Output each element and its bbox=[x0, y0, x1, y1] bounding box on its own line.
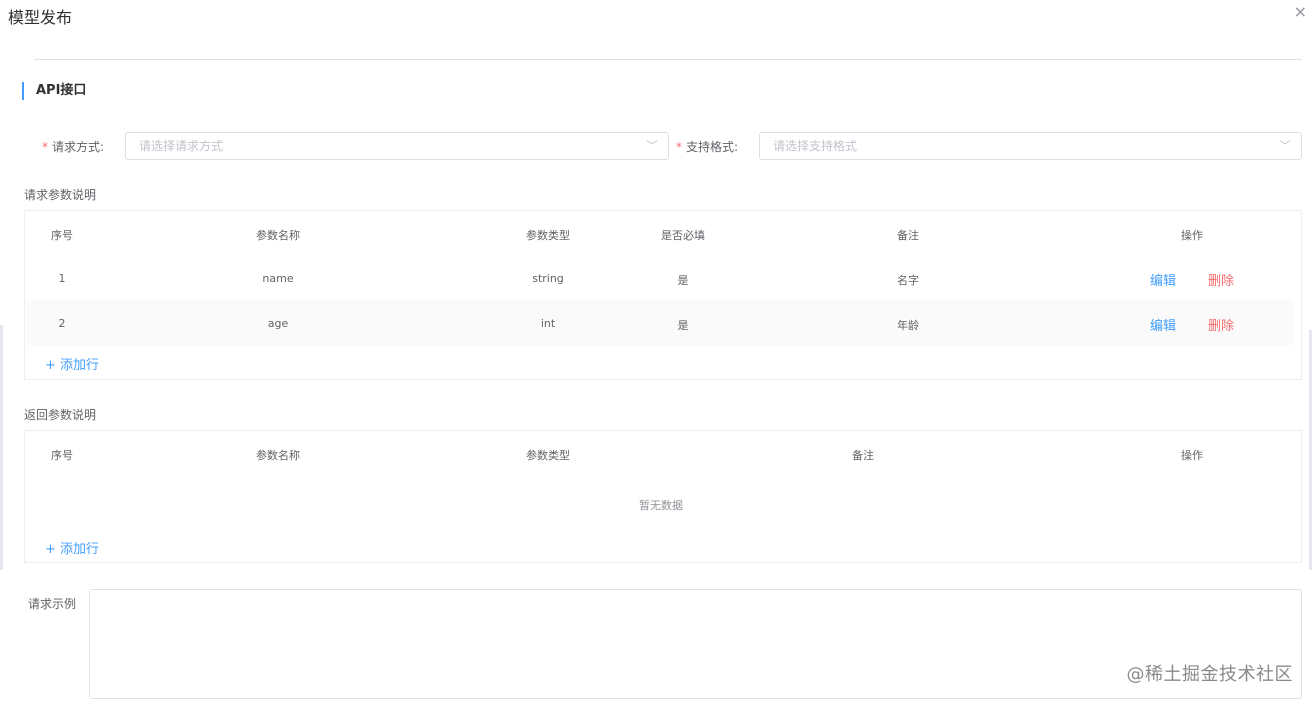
col-actions: 操作 bbox=[1181, 229, 1203, 242]
cell-remark: 名字 bbox=[897, 274, 919, 287]
watermark: @稀土掘金技术社区 bbox=[1126, 664, 1293, 685]
request-example-label: 请求示例 bbox=[28, 597, 77, 611]
delete-button[interactable]: 删除 bbox=[1208, 315, 1234, 334]
divider bbox=[34, 59, 1302, 60]
response-params-label: 返回参数说明 bbox=[24, 408, 97, 422]
close-icon[interactable]: × bbox=[1294, 2, 1307, 21]
dialog-title: 模型发布 bbox=[8, 8, 73, 27]
method-label-text: 请求方式: bbox=[52, 140, 105, 154]
edit-button[interactable]: 编辑 bbox=[1150, 270, 1176, 289]
cell-remark: 年龄 bbox=[897, 319, 919, 332]
col-required: 是否必填 bbox=[661, 229, 705, 242]
cell-index: 2 bbox=[58, 317, 66, 330]
request-params-label: 请求参数说明 bbox=[24, 188, 97, 202]
table-row bbox=[26, 300, 1294, 345]
col-remark: 备注 bbox=[897, 229, 919, 242]
response-params-table: 序号 参数名称 参数类型 备注 操作 暂无数据 + 添加行 bbox=[24, 430, 1302, 563]
cell-index: 1 bbox=[58, 272, 66, 285]
required-mark: * bbox=[42, 140, 48, 154]
col-type: 参数类型 bbox=[526, 229, 570, 242]
delete-button[interactable]: 删除 bbox=[1208, 270, 1234, 289]
scrollbar[interactable] bbox=[1309, 330, 1312, 570]
add-row-button[interactable]: + 添加行 bbox=[45, 354, 99, 373]
col-type: 参数类型 bbox=[526, 449, 570, 462]
left-scroll-indicator bbox=[0, 325, 3, 570]
format-label-text: 支持格式: bbox=[686, 140, 739, 154]
chevron-down-icon[interactable]: ﹀ bbox=[646, 133, 658, 159]
chevron-down-icon[interactable]: ﹀ bbox=[1279, 133, 1291, 159]
method-label: * 请求方式: bbox=[42, 138, 104, 155]
cell-required: 是 bbox=[677, 319, 689, 332]
add-row-button[interactable]: + 添加行 bbox=[45, 538, 99, 557]
request-params-table: 序号 参数名称 参数类型 是否必填 备注 操作 1 name string 是 … bbox=[24, 210, 1302, 380]
required-mark: * bbox=[676, 140, 682, 154]
empty-text: 暂无数据 bbox=[639, 499, 683, 512]
format-label: * 支持格式: bbox=[676, 138, 738, 155]
cell-type: string bbox=[532, 272, 564, 285]
format-placeholder: 请选择支持格式 bbox=[773, 139, 858, 153]
col-index: 序号 bbox=[51, 229, 73, 242]
cell-name: age bbox=[267, 317, 289, 330]
cell-name: name bbox=[262, 272, 294, 285]
method-placeholder: 请选择请求方式 bbox=[139, 139, 224, 153]
method-select[interactable]: 请选择请求方式 ﹀ bbox=[125, 132, 669, 160]
col-actions: 操作 bbox=[1181, 449, 1203, 462]
section-title: API接口 bbox=[22, 82, 86, 100]
cell-required: 是 bbox=[677, 274, 689, 287]
col-remark: 备注 bbox=[852, 449, 874, 462]
col-index: 序号 bbox=[51, 449, 73, 462]
col-name: 参数名称 bbox=[256, 449, 300, 462]
col-name: 参数名称 bbox=[256, 229, 300, 242]
request-example-textarea[interactable] bbox=[89, 589, 1302, 699]
cell-type: int bbox=[540, 317, 556, 330]
format-select[interactable]: 请选择支持格式 ﹀ bbox=[759, 132, 1302, 160]
edit-button[interactable]: 编辑 bbox=[1150, 315, 1176, 334]
